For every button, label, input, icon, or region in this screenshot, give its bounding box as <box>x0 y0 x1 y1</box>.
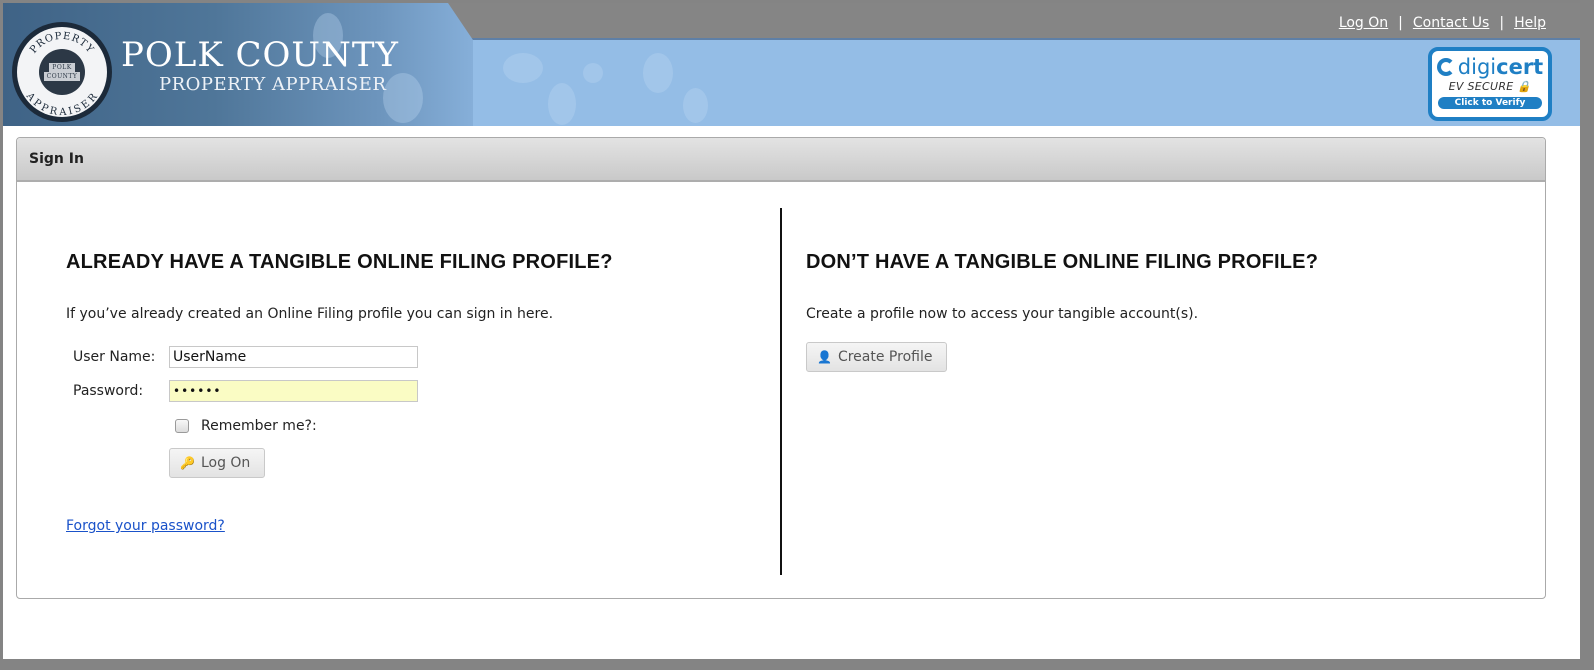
username-label: User Name: <box>73 349 156 365</box>
login-form: User Name: Password: Remember me?: 🔑 Log… <box>66 340 766 534</box>
nav-link-help[interactable]: Help <box>1514 15 1546 31</box>
digicert-brand-digi: digi <box>1457 55 1497 79</box>
username-input[interactable] <box>169 346 418 368</box>
map-decoration <box>583 63 603 83</box>
remember-me-row: Remember me?: <box>169 412 766 440</box>
brand-subtitle: PROPERTY APPRAISER <box>159 74 387 95</box>
sign-in-panel: Sign In ALREADY HAVE A TANGIBLE ONLINE F… <box>16 137 1546 599</box>
nav-separator: | <box>1499 15 1505 31</box>
digicert-ring-icon <box>1436 58 1455 76</box>
lock-icon: 🔒 <box>1517 80 1532 93</box>
user-icon: 👤 <box>817 350 832 364</box>
map-decoration <box>383 73 423 123</box>
new-profile-section: DON’T HAVE A TANGIBLE ONLINE FILING PROF… <box>806 250 1506 372</box>
existing-profile-section: ALREADY HAVE A TANGIBLE ONLINE FILING PR… <box>66 250 766 534</box>
log-on-button[interactable]: 🔑 Log On <box>169 448 266 478</box>
map-decoration <box>503 53 543 83</box>
key-icon: 🔑 <box>180 456 195 470</box>
create-profile-button[interactable]: 👤 Create Profile <box>806 342 948 372</box>
digicert-ev-text: EV SECURE 🔒 <box>1448 80 1532 93</box>
forgot-password-link[interactable]: Forgot your password? <box>66 518 225 534</box>
polk-county-seal-logo[interactable]: PROPERTY APPRAISER POLK COUNTY <box>12 22 112 122</box>
existing-profile-intro: If you’ve already created an Online Fili… <box>66 306 554 322</box>
map-decoration <box>683 88 708 123</box>
map-decoration <box>548 83 576 125</box>
username-row: User Name: <box>66 340 766 374</box>
panel-title: Sign In <box>29 151 84 167</box>
site-header: PROPERTY APPRAISER POLK COUNTY POLK COUN… <box>3 3 1580 126</box>
page: PROPERTY APPRAISER POLK COUNTY POLK COUN… <box>3 3 1580 659</box>
nav-link-contact-us[interactable]: Contact Us <box>1413 15 1489 31</box>
seal-face: PROPERTY APPRAISER POLK COUNTY <box>17 27 107 117</box>
create-profile-button-label: Create Profile <box>837 349 933 365</box>
create-profile-wrap: 👤 Create Profile <box>806 342 1506 372</box>
remember-me-checkbox[interactable] <box>175 419 189 433</box>
top-nav-links: Log On | Contact Us | Help <box>1339 15 1546 31</box>
brand-title: POLK COUNTY <box>121 35 399 75</box>
nav-link-log-on[interactable]: Log On <box>1339 15 1388 31</box>
digicert-logo: digicert <box>1436 55 1544 79</box>
map-decoration <box>643 53 673 93</box>
panel-header: Sign In <box>17 138 1545 182</box>
existing-profile-heading: ALREADY HAVE A TANGIBLE ONLINE FILING PR… <box>66 251 613 273</box>
password-label: Password: <box>73 383 144 399</box>
digicert-ev-secure-badge[interactable]: digicert EV SECURE 🔒 Click to Verify <box>1428 47 1552 121</box>
nav-separator: | <box>1398 15 1403 31</box>
column-divider <box>780 208 782 575</box>
new-profile-intro: Create a profile now to access your tang… <box>806 306 1199 322</box>
password-row: Password: <box>66 374 766 408</box>
log-on-button-label: Log On <box>200 455 251 471</box>
logon-button-wrap: 🔑 Log On <box>169 448 766 478</box>
new-profile-heading: DON’T HAVE A TANGIBLE ONLINE FILING PROF… <box>806 251 1319 273</box>
svg-text:APPRAISER: APPRAISER <box>23 90 100 117</box>
seal-ring-text: PROPERTY APPRAISER <box>23 31 100 117</box>
password-input[interactable] <box>169 380 418 402</box>
svg-text:PROPERTY: PROPERTY <box>28 31 96 56</box>
digicert-brand-cert: cert <box>1496 55 1544 79</box>
remember-me-label: Remember me?: <box>201 418 317 434</box>
digicert-verify-label: Click to Verify <box>1438 97 1542 109</box>
